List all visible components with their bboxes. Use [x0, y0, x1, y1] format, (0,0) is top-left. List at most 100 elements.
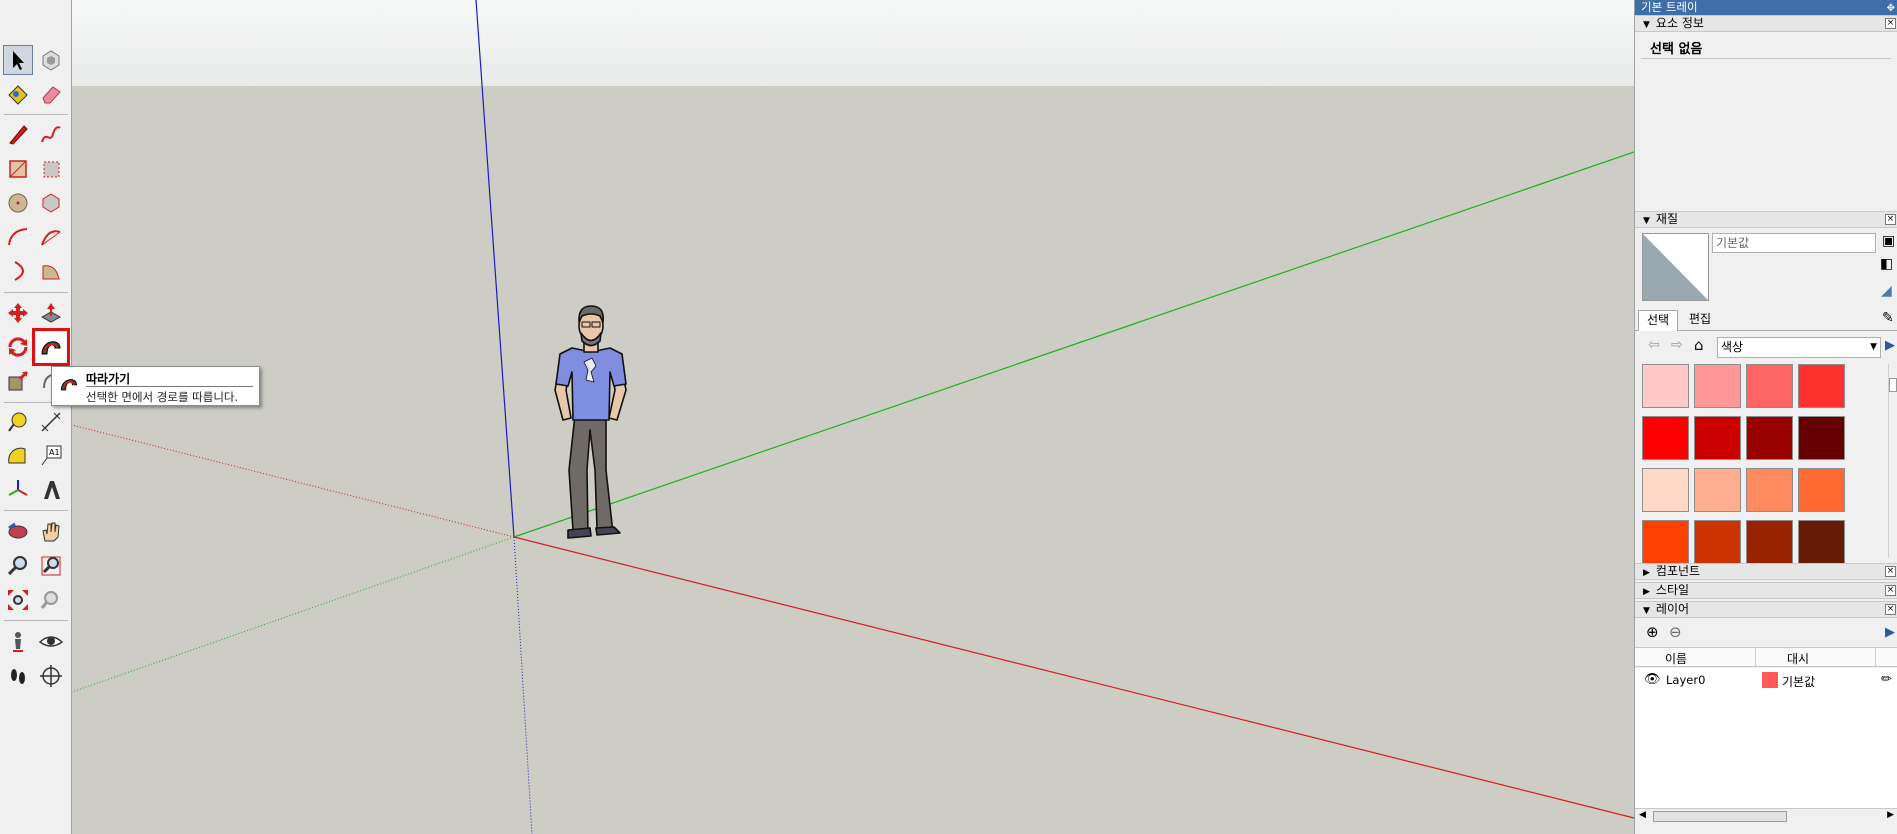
- material-swatch[interactable]: [1694, 520, 1741, 564]
- details-arrow-icon[interactable]: ▶: [1885, 338, 1895, 353]
- scroll-left-icon[interactable]: ◀: [1639, 810, 1646, 820]
- material-swatch[interactable]: [1798, 468, 1845, 512]
- polygon-tool-button[interactable]: [36, 188, 66, 218]
- delete-layer-icon[interactable]: ⊖: [1669, 623, 1682, 641]
- tray-title-bar: 기본 트레이 ✥: [1635, 0, 1897, 15]
- axes-tool-button[interactable]: [3, 475, 33, 505]
- swatch-scrollbar[interactable]: [1888, 364, 1897, 558]
- material-swatch[interactable]: [1746, 520, 1793, 564]
- walk-tool-button[interactable]: [3, 661, 33, 691]
- col-name-header[interactable]: 이름: [1665, 650, 1687, 667]
- zoom-tool-button[interactable]: [3, 551, 33, 581]
- push-pull-button[interactable]: [36, 298, 66, 328]
- eyedropper-icon[interactable]: ✎: [1882, 310, 1894, 326]
- axes-icon: [8, 480, 28, 496]
- material-swatch[interactable]: [1642, 364, 1689, 408]
- visibility-eye-icon[interactable]: 👁: [1644, 672, 1661, 687]
- rotated-rectangle-button[interactable]: [36, 154, 66, 184]
- follow-me-button[interactable]: [32, 328, 70, 366]
- tab-select[interactable]: 선택: [1638, 310, 1679, 331]
- orbit-tool-button[interactable]: [3, 517, 33, 547]
- protractor-button[interactable]: [3, 441, 33, 471]
- material-swatch[interactable]: [1746, 416, 1793, 460]
- eraser-button[interactable]: [36, 79, 66, 109]
- library-dropdown[interactable]: 색상 ▼: [1717, 337, 1881, 358]
- materials-header[interactable]: ▼ 재질 ×: [1635, 211, 1897, 228]
- zoom-window-button[interactable]: [36, 551, 66, 581]
- line-tool-button[interactable]: [3, 120, 33, 150]
- select-tool-button[interactable]: [3, 45, 33, 75]
- close-icon[interactable]: ×: [1885, 214, 1896, 225]
- layer-color-swatch[interactable]: [1762, 672, 1778, 688]
- zoom-extents-button[interactable]: [3, 585, 33, 615]
- material-swatch[interactable]: [1642, 468, 1689, 512]
- close-icon[interactable]: ×: [1885, 604, 1896, 615]
- pie-tool-button[interactable]: [36, 256, 66, 286]
- 2point-arc-button[interactable]: [36, 222, 66, 252]
- 3d-text-button[interactable]: [36, 475, 66, 505]
- add-layer-icon[interactable]: ⊕: [1646, 623, 1659, 641]
- material-name-field[interactable]: 기본값: [1712, 233, 1876, 253]
- material-swatch[interactable]: [1798, 416, 1845, 460]
- pan-tool-button[interactable]: [36, 517, 66, 547]
- scrollbar-thumb[interactable]: [1889, 378, 1897, 392]
- layers-title: 레이어: [1655, 602, 1690, 616]
- rectangle-tool-button[interactable]: [3, 154, 33, 184]
- material-swatch[interactable]: [1694, 416, 1741, 460]
- scroll-right-icon[interactable]: ▶: [1887, 810, 1894, 820]
- expand-triangle-icon: ▶: [1643, 568, 1650, 578]
- material-swatch[interactable]: [1746, 364, 1793, 408]
- arc-tool-button[interactable]: [3, 222, 33, 252]
- three-point-arc-icon: [14, 261, 24, 281]
- freehand-tool-button[interactable]: [36, 120, 66, 150]
- rotate-tool-button[interactable]: [3, 332, 33, 362]
- move-tool-button[interactable]: [3, 298, 33, 328]
- material-swatch[interactable]: [1798, 520, 1845, 564]
- zoom-extents-icon: [8, 590, 28, 610]
- tape-measure-button[interactable]: [3, 407, 33, 437]
- 3d-text-icon: [44, 481, 60, 499]
- look-around-button[interactable]: [36, 627, 66, 657]
- edit-pencil-icon[interactable]: ✏: [1881, 672, 1892, 687]
- tab-edit[interactable]: 편집: [1681, 310, 1719, 331]
- close-icon[interactable]: ×: [1885, 566, 1896, 577]
- make-component-button[interactable]: [36, 45, 66, 75]
- scale-tool-button[interactable]: [3, 366, 33, 396]
- material-swatch[interactable]: [1694, 468, 1741, 512]
- material-swatch[interactable]: [1746, 468, 1793, 512]
- back-arrow-icon[interactable]: ⇦: [1648, 337, 1660, 353]
- close-icon[interactable]: ×: [1885, 585, 1896, 596]
- previous-view-button[interactable]: [36, 585, 66, 615]
- layer-name[interactable]: Layer0: [1666, 673, 1705, 687]
- pin-icon[interactable]: ✥: [1887, 1, 1895, 16]
- circle-tool-button[interactable]: [3, 188, 33, 218]
- expand-triangle-icon: ▶: [1643, 587, 1650, 597]
- material-swatch[interactable]: [1694, 364, 1741, 408]
- components-header[interactable]: ▶ 컴포넌트 ×: [1635, 563, 1897, 580]
- col-dash-header[interactable]: 대시: [1787, 650, 1809, 667]
- layers-header[interactable]: ▼ 레이어 ×: [1635, 601, 1897, 618]
- styles-header[interactable]: ▶ 스타일 ×: [1635, 582, 1897, 599]
- material-swatch[interactable]: [1642, 416, 1689, 460]
- dimension-tool-button[interactable]: [36, 407, 66, 437]
- position-camera-button[interactable]: [3, 627, 33, 657]
- scrollbar-thumb[interactable]: [1653, 811, 1787, 822]
- text-tool-button[interactable]: A1: [36, 441, 66, 471]
- sample-paint-icon[interactable]: ◧: [1880, 256, 1893, 272]
- material-swatch[interactable]: [1642, 520, 1689, 564]
- create-material-icon[interactable]: ▣: [1882, 233, 1895, 249]
- material-swatch[interactable]: [1798, 364, 1845, 408]
- paint-bucket-button[interactable]: [3, 79, 33, 109]
- details-arrow-icon[interactable]: ▶: [1885, 625, 1895, 640]
- home-icon[interactable]: ⌂: [1694, 336, 1704, 354]
- layer-row[interactable]: 👁 Layer0 기본값 ✏: [1635, 670, 1897, 692]
- close-icon[interactable]: ×: [1885, 18, 1896, 29]
- display-secondary-icon[interactable]: ◢: [1881, 283, 1892, 299]
- layers-hscrollbar[interactable]: ◀ ▶: [1635, 808, 1897, 824]
- model-viewport[interactable]: [72, 0, 1634, 834]
- layer-dash[interactable]: 기본값: [1782, 673, 1815, 690]
- forward-arrow-icon[interactable]: ⇨: [1671, 337, 1683, 353]
- entity-info-header[interactable]: ▼ 요소 정보 ×: [1635, 15, 1897, 32]
- 3point-arc-button[interactable]: [3, 256, 33, 286]
- section-plane-button[interactable]: [36, 661, 66, 691]
